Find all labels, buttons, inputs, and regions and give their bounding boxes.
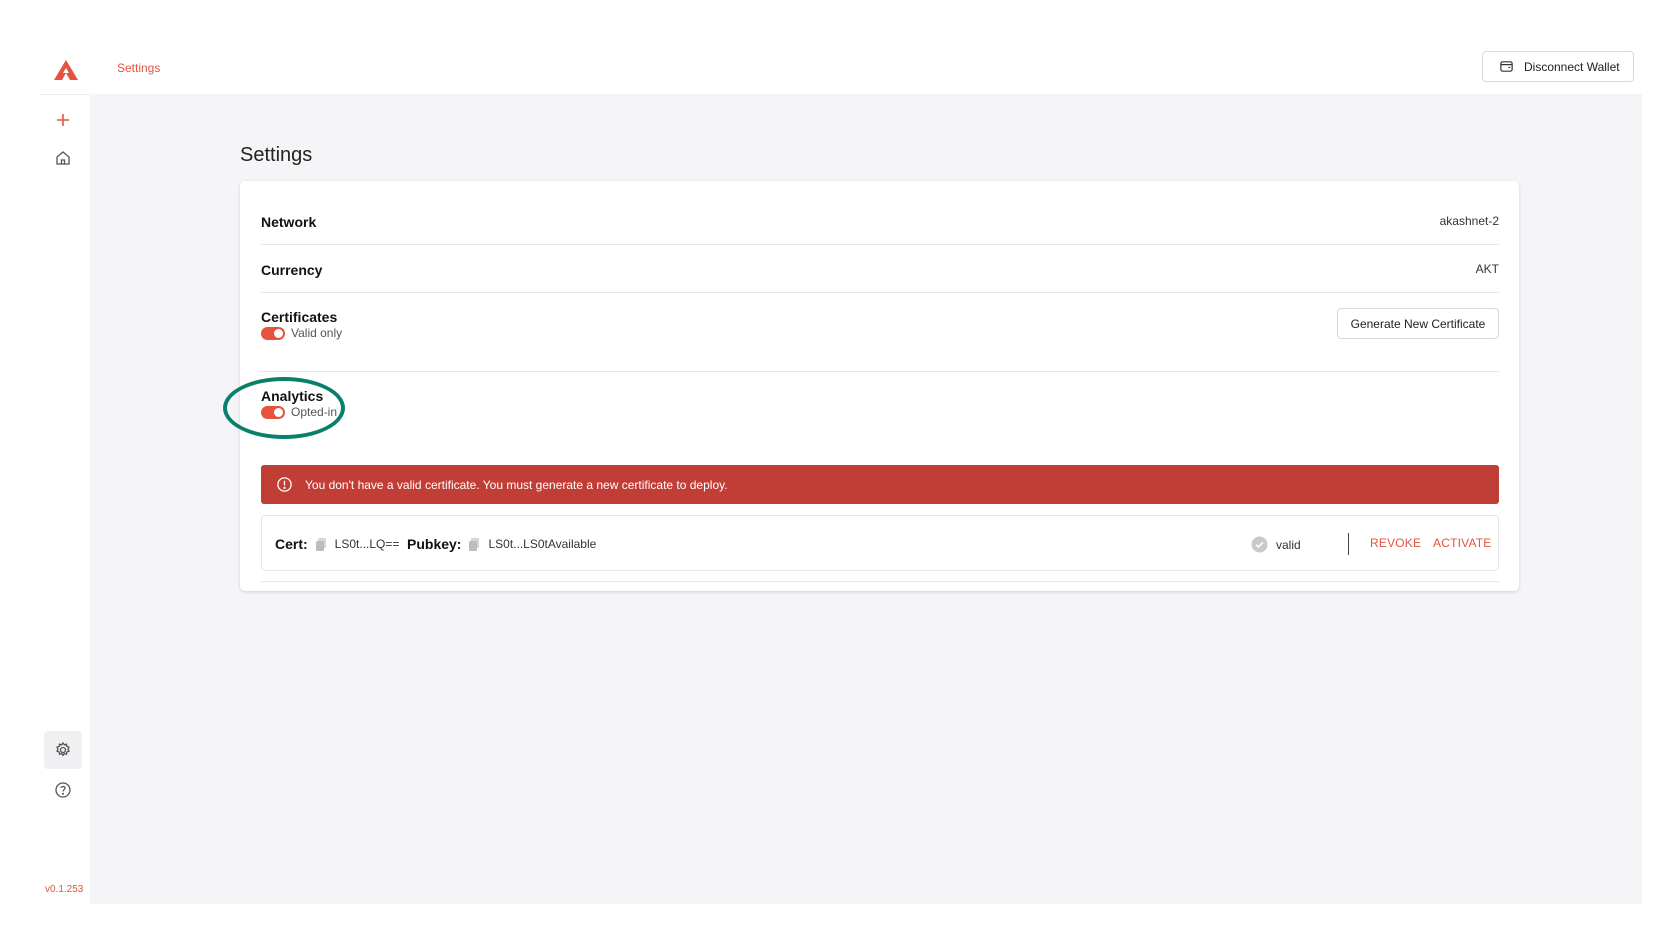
copy-icon[interactable] <box>469 537 480 551</box>
help-button[interactable] <box>50 777 76 803</box>
cert-key-label: Cert: <box>275 536 308 552</box>
certificates-row: Certificates Valid only Generate New Cer… <box>261 293 1499 372</box>
app-window: Settings Disconnect Wallet v0.1.253 Sett… <box>40 48 1642 904</box>
help-icon <box>55 782 71 798</box>
valid-only-toggle-group: Valid only <box>261 326 342 340</box>
currency-value: AKT <box>1475 262 1499 276</box>
analytics-row: Analytics Opted-in <box>261 372 861 442</box>
pubkey-value: LS0t...LS0tAvailable <box>488 537 597 551</box>
page-title: Settings <box>240 144 313 166</box>
check-circle-icon <box>1251 536 1268 553</box>
plus-icon <box>57 114 69 126</box>
alert-message: You don't have a valid certificate. You … <box>305 477 728 492</box>
top-bar: Settings Disconnect Wallet <box>40 48 1642 94</box>
cert-value: LS0t...LQ== <box>334 537 400 551</box>
settings-button[interactable] <box>44 731 82 769</box>
main-content: Settings Network akashnet-2 Currency AKT… <box>90 94 1642 904</box>
settings-card: Network akashnet-2 Currency AKT Certific… <box>240 181 1519 591</box>
disconnect-wallet-label: Disconnect Wallet <box>1524 59 1620 74</box>
pubkey-key-label: Pubkey: <box>407 536 462 552</box>
divider <box>261 581 1499 582</box>
cert-status-label: valid <box>1276 537 1301 552</box>
annotation-highlight-ellipse <box>223 377 345 439</box>
activate-button[interactable]: ACTIVATE <box>1433 536 1492 550</box>
breadcrumb[interactable]: Settings <box>117 61 160 75</box>
copy-icon[interactable] <box>315 537 327 551</box>
akash-logo-icon[interactable] <box>52 56 80 84</box>
network-row: Network akashnet-2 <box>261 181 1499 245</box>
valid-only-toggle[interactable] <box>261 326 285 340</box>
generate-certificate-button[interactable]: Generate New Certificate <box>1337 308 1499 339</box>
currency-row: Currency AKT <box>261 245 1499 293</box>
certificate-item: Cert: LS0t...LQ== Pubkey: LS0t...LS0tAva… <box>261 515 1499 571</box>
app-version: v0.1.253 <box>45 884 84 895</box>
alert-icon <box>277 477 292 492</box>
disconnect-wallet-button[interactable]: Disconnect Wallet <box>1482 51 1634 82</box>
add-button[interactable] <box>50 107 76 133</box>
network-label: Network <box>261 214 317 230</box>
gear-icon <box>56 741 70 757</box>
valid-only-label: Valid only <box>291 326 343 340</box>
certificates-label: Certificates <box>261 309 338 325</box>
divider <box>1348 533 1349 555</box>
network-value: akashnet-2 <box>1439 214 1499 228</box>
cert-field: Cert: LS0t...LQ== <box>275 536 399 552</box>
revoke-button[interactable]: REVOKE <box>1370 536 1421 550</box>
home-icon <box>56 151 70 165</box>
certificate-alert: You don't have a valid certificate. You … <box>261 465 1499 504</box>
pubkey-field: Pubkey: LS0t...LS0tAvailable <box>407 536 596 552</box>
sidebar: v0.1.253 <box>40 94 90 904</box>
cert-status: valid <box>1251 536 1301 553</box>
home-button[interactable] <box>50 145 76 171</box>
wallet-icon <box>1500 61 1513 72</box>
currency-label: Currency <box>261 262 323 278</box>
